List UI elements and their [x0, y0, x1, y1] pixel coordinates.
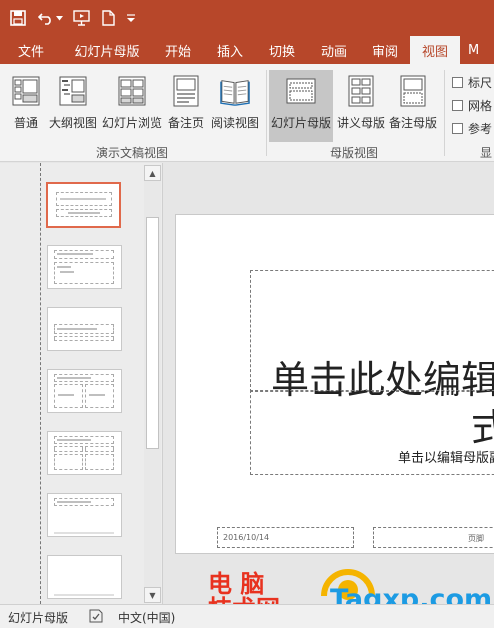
- master-layout-connector: [40, 163, 41, 604]
- slide-sorter-icon: [117, 74, 147, 108]
- guides-checkbox-label: 参考: [468, 122, 493, 136]
- scroll-up-icon[interactable]: ▲: [144, 165, 161, 181]
- footer-placeholder-text: 页脚: [468, 534, 484, 543]
- new-file-icon[interactable]: [102, 10, 115, 26]
- thumbnail-scrollbar[interactable]: ▲ ▼: [144, 165, 161, 603]
- guides-checkbox-box[interactable]: [452, 123, 463, 134]
- dropdown-arrow-icon[interactable]: [56, 15, 63, 21]
- slide-master-thumbnail[interactable]: [46, 182, 121, 228]
- customize-toolbar-icon[interactable]: [127, 14, 135, 22]
- quick-access-toolbar: [0, 0, 494, 36]
- slide-master-preview[interactable]: 单击此处编辑 式 单击以编辑母版副 2016/10/14 页脚: [175, 214, 494, 554]
- notes-page-icon: [171, 74, 201, 108]
- ribbon-tabs: 文件 幻灯片母版 开始 插入 切换 动画 审阅 视图 M: [0, 36, 494, 64]
- show-group-label: 显: [480, 146, 493, 160]
- gridlines-checkbox-box[interactable]: [452, 100, 463, 111]
- status-view-name: 幻灯片母版: [8, 611, 69, 625]
- normal-view-label: 普通: [13, 116, 38, 130]
- tab-slide-master[interactable]: 幻灯片母版: [62, 36, 152, 64]
- slide-sorter-button[interactable]: 幻灯片浏览: [100, 70, 164, 142]
- tab-review[interactable]: 审阅: [360, 36, 410, 64]
- undo-icon[interactable]: [38, 11, 54, 25]
- slide-thumbnail-pane: ▲ ▼: [0, 163, 163, 604]
- status-language[interactable]: 中文(中国): [118, 609, 175, 626]
- slide-master-button[interactable]: 幻灯片母版: [269, 70, 333, 142]
- handout-master-label: 讲义母版: [336, 116, 385, 130]
- slideshow-from-start-icon[interactable]: [73, 10, 90, 26]
- tab-file[interactable]: 文件: [0, 36, 62, 64]
- outline-view-button[interactable]: 大纲视图: [46, 70, 100, 142]
- ruler-checkbox-label: 标尺: [468, 76, 493, 90]
- layout-thumbnail[interactable]: [47, 369, 122, 413]
- status-bar: 幻灯片母版 中文(中国): [0, 604, 494, 628]
- slide-master-label: 幻灯片母版: [270, 116, 331, 130]
- gridlines-checkbox-label: 网格: [468, 99, 493, 113]
- layout-thumbnail[interactable]: [47, 307, 122, 351]
- group-separator: [444, 70, 445, 156]
- date-placeholder-text: 2016/10/14: [223, 533, 270, 542]
- layout-thumbnail[interactable]: [47, 493, 122, 537]
- spelling-check-icon[interactable]: [88, 608, 104, 627]
- slide-sorter-label: 幻灯片浏览: [101, 116, 162, 130]
- layout-thumbnail[interactable]: [47, 555, 122, 599]
- normal-view-button[interactable]: 普通: [6, 70, 46, 142]
- notes-page-button[interactable]: 备注页: [164, 70, 208, 142]
- handout-master-button[interactable]: 讲义母版: [335, 70, 387, 142]
- outline-view-label: 大纲视图: [48, 116, 97, 130]
- presentation-views-group-label: 演示文稿视图: [96, 146, 169, 160]
- ribbon-view: 普通 大纲视图 幻灯片浏览 备注页 阅读视图 演示文稿视图 幻灯片母版 讲义母版…: [0, 64, 494, 162]
- handout-master-icon: [346, 74, 376, 108]
- layout-thumbnail[interactable]: [47, 245, 122, 289]
- group-separator: [266, 70, 267, 156]
- scroll-down-icon[interactable]: ▼: [144, 587, 161, 603]
- save-icon[interactable]: [10, 10, 26, 26]
- ruler-checkbox[interactable]: 标尺: [452, 74, 492, 91]
- tab-transitions[interactable]: 切换: [256, 36, 308, 64]
- tab-view[interactable]: 视图: [410, 36, 460, 64]
- scrollbar-thumb[interactable]: [146, 217, 159, 449]
- notes-master-icon: [398, 74, 428, 108]
- layout-thumbnail[interactable]: [47, 431, 122, 475]
- slide-editing-canvas: 单击此处编辑 式 单击以编辑母版副 2016/10/14 页脚: [164, 163, 494, 604]
- notes-master-button[interactable]: 备注母版: [387, 70, 439, 142]
- subtitle-placeholder-text: 单击以编辑母版副: [398, 451, 494, 466]
- reading-view-icon: [220, 74, 250, 108]
- outline-view-icon: [58, 74, 88, 108]
- notes-master-label: 备注母版: [388, 116, 437, 130]
- tab-home[interactable]: 开始: [152, 36, 204, 64]
- slide-master-icon: [286, 74, 316, 108]
- reading-view-label: 阅读视图: [210, 116, 259, 130]
- reading-view-button[interactable]: 阅读视图: [208, 70, 262, 142]
- notes-page-label: 备注页: [167, 116, 204, 130]
- normal-view-icon: [11, 74, 41, 108]
- tab-animations[interactable]: 动画: [308, 36, 360, 64]
- master-views-group-label: 母版视图: [330, 146, 379, 160]
- guides-checkbox[interactable]: 参考: [452, 120, 492, 137]
- ruler-checkbox-box[interactable]: [452, 77, 463, 88]
- tab-insert[interactable]: 插入: [204, 36, 256, 64]
- tab-more[interactable]: M: [460, 36, 494, 64]
- gridlines-checkbox[interactable]: 网格: [452, 97, 492, 114]
